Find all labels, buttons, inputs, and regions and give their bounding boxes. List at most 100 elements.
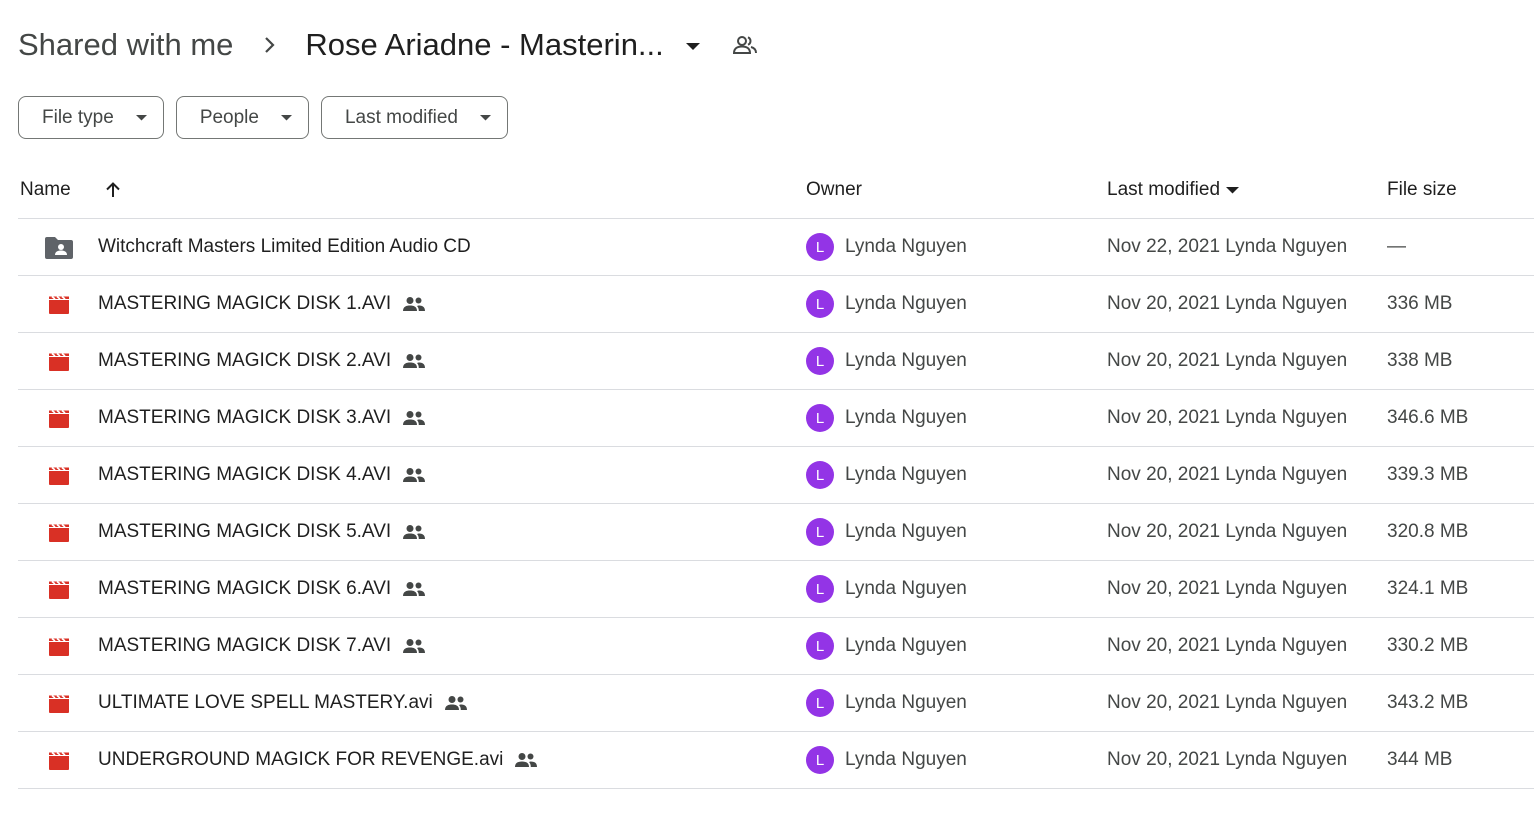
file-size-cell: 346.6 MB (1387, 407, 1469, 428)
file-name: MASTERING MAGICK DISK 7.AVI (98, 635, 392, 656)
video-file-icon (44, 407, 74, 431)
file-size-cell: 320.8 MB (1387, 521, 1469, 542)
people-icon (402, 638, 426, 654)
file-name-cell: MASTERING MAGICK DISK 6.AVI (98, 561, 426, 617)
file-name: ULTIMATE LOVE SPELL MASTERY.avi (98, 692, 433, 713)
avatar[interactable]: L (806, 233, 834, 261)
file-size-cell: 343.2 MB (1387, 692, 1469, 713)
last-modified-cell: Nov 20, 2021 Lynda Nguyen (1107, 635, 1348, 656)
caret-down-icon (1226, 186, 1240, 194)
people-icon (402, 296, 426, 312)
caret-down-icon (280, 114, 292, 121)
current-folder-title: Rose Ariadne - Masterin... (305, 27, 664, 62)
owner-name: Lynda Nguyen (845, 293, 967, 314)
file-type-filter-label: File type (42, 106, 114, 128)
table-row[interactable]: MASTERING MAGICK DISK 7.AVI L Lynda Nguy… (18, 618, 1534, 675)
file-type-filter[interactable]: File type (18, 96, 164, 139)
breadcrumb: Shared with me Rose Ariadne - Masterin..… (18, 22, 758, 68)
arrow-up-icon[interactable] (104, 181, 122, 199)
people-icon (514, 752, 538, 768)
people-outline-icon[interactable] (732, 35, 758, 55)
avatar[interactable]: L (806, 461, 834, 489)
file-name-cell: MASTERING MAGICK DISK 4.AVI (98, 447, 426, 503)
people-icon (444, 695, 468, 711)
last-modified-filter-label: Last modified (344, 106, 458, 128)
table-body: Witchcraft Masters Limited Edition Audio… (18, 219, 1534, 789)
last-modified-cell: Nov 20, 2021 Lynda Nguyen (1107, 350, 1348, 371)
people-icon (402, 581, 426, 597)
header-file-size[interactable]: File size (1387, 179, 1457, 201)
table-row[interactable]: MASTERING MAGICK DISK 4.AVI L Lynda Nguy… (18, 447, 1534, 504)
video-file-icon (44, 293, 74, 317)
file-name-cell: UNDERGROUND MAGICK FOR REVENGE.avi (98, 732, 538, 788)
avatar[interactable]: L (806, 404, 834, 432)
breadcrumb-shared-with-me[interactable]: Shared with me (18, 27, 233, 63)
header-owner[interactable]: Owner (806, 179, 862, 201)
last-modified-cell: Nov 20, 2021 Lynda Nguyen (1107, 749, 1348, 770)
caret-down-icon (685, 43, 700, 51)
table-row[interactable]: MASTERING MAGICK DISK 1.AVI L Lynda Nguy… (18, 276, 1534, 333)
owner-name: Lynda Nguyen (845, 578, 967, 599)
filter-bar: File type People Last modified (18, 96, 508, 139)
owner-cell: L Lynda Nguyen (806, 219, 967, 275)
video-file-icon (44, 464, 74, 488)
file-name-cell: ULTIMATE LOVE SPELL MASTERY.avi (98, 675, 468, 731)
table-row[interactable]: UNDERGROUND MAGICK FOR REVENGE.avi L Lyn… (18, 732, 1534, 789)
people-icon (402, 524, 426, 540)
file-table: Name Owner Last modified File size Witch… (18, 162, 1534, 789)
video-file-icon (44, 578, 74, 602)
shared-folder-icon (44, 236, 74, 260)
avatar[interactable]: L (806, 290, 834, 318)
owner-name: Lynda Nguyen (845, 236, 967, 257)
people-icon (402, 467, 426, 483)
table-row[interactable]: Witchcraft Masters Limited Edition Audio… (18, 219, 1534, 276)
owner-name: Lynda Nguyen (845, 635, 967, 656)
table-row[interactable]: MASTERING MAGICK DISK 2.AVI L Lynda Nguy… (18, 333, 1534, 390)
owner-name: Lynda Nguyen (845, 464, 967, 485)
breadcrumb-current-folder[interactable]: Rose Ariadne - Masterin... (305, 27, 700, 63)
owner-cell: L Lynda Nguyen (806, 561, 967, 617)
owner-cell: L Lynda Nguyen (806, 618, 967, 674)
file-size-cell: 324.1 MB (1387, 578, 1469, 599)
last-modified-cell: Nov 20, 2021 Lynda Nguyen (1107, 293, 1348, 314)
file-size-cell: 336 MB (1387, 293, 1453, 314)
last-modified-filter[interactable]: Last modified (320, 96, 508, 139)
file-name: MASTERING MAGICK DISK 3.AVI (98, 407, 392, 428)
chevron-right-icon (263, 35, 277, 55)
people-icon (402, 410, 426, 426)
file-name-cell: MASTERING MAGICK DISK 5.AVI (98, 504, 426, 560)
avatar[interactable]: L (806, 746, 834, 774)
file-name-cell: MASTERING MAGICK DISK 3.AVI (98, 390, 426, 446)
file-name-cell: MASTERING MAGICK DISK 7.AVI (98, 618, 426, 674)
header-last-modified[interactable]: Last modified (1107, 179, 1240, 201)
file-size-cell: — (1387, 236, 1406, 257)
table-row[interactable]: MASTERING MAGICK DISK 5.AVI L Lynda Nguy… (18, 504, 1534, 561)
owner-cell: L Lynda Nguyen (806, 333, 967, 389)
owner-cell: L Lynda Nguyen (806, 390, 967, 446)
owner-name: Lynda Nguyen (845, 350, 967, 371)
avatar[interactable]: L (806, 347, 834, 375)
file-size-cell: 339.3 MB (1387, 464, 1469, 485)
avatar[interactable]: L (806, 518, 834, 546)
video-file-icon (44, 521, 74, 545)
owner-cell: L Lynda Nguyen (806, 504, 967, 560)
people-filter[interactable]: People (175, 96, 309, 139)
file-name: MASTERING MAGICK DISK 2.AVI (98, 350, 392, 371)
owner-name: Lynda Nguyen (845, 407, 967, 428)
owner-cell: L Lynda Nguyen (806, 276, 967, 332)
video-file-icon (44, 350, 74, 374)
table-row[interactable]: MASTERING MAGICK DISK 3.AVI L Lynda Nguy… (18, 390, 1534, 447)
header-name[interactable]: Name (20, 179, 71, 201)
table-row[interactable]: ULTIMATE LOVE SPELL MASTERY.avi L Lynda … (18, 675, 1534, 732)
owner-name: Lynda Nguyen (845, 749, 967, 770)
avatar[interactable]: L (806, 689, 834, 717)
avatar[interactable]: L (806, 575, 834, 603)
owner-name: Lynda Nguyen (845, 692, 967, 713)
avatar[interactable]: L (806, 632, 834, 660)
file-size-cell: 338 MB (1387, 350, 1453, 371)
last-modified-cell: Nov 20, 2021 Lynda Nguyen (1107, 692, 1348, 713)
table-row[interactable]: MASTERING MAGICK DISK 6.AVI L Lynda Nguy… (18, 561, 1534, 618)
file-name: MASTERING MAGICK DISK 4.AVI (98, 464, 392, 485)
last-modified-cell: Nov 20, 2021 Lynda Nguyen (1107, 521, 1348, 542)
last-modified-cell: Nov 20, 2021 Lynda Nguyen (1107, 578, 1348, 599)
